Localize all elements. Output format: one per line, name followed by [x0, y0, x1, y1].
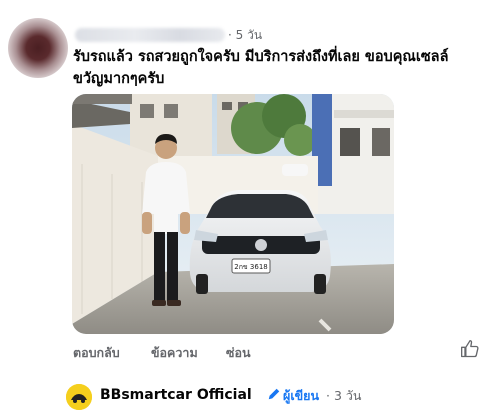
reply-time[interactable]: · 3 วัน — [326, 386, 361, 406]
reply-action[interactable]: ตอบกลับ — [73, 343, 120, 363]
like-icon[interactable] — [460, 339, 480, 359]
reply-avatar-logo[interactable] — [66, 384, 92, 410]
pen-icon — [268, 388, 280, 400]
commenter-avatar[interactable] — [8, 18, 68, 78]
commenter-name-blurred[interactable] — [75, 28, 225, 42]
comment-photo[interactable]: 2กข 3618 — [72, 94, 394, 334]
hide-action[interactable]: ซ่อน — [226, 343, 251, 363]
license-plate-text: 2กข 3618 — [234, 263, 268, 271]
comment-text: รับรถแล้ว รถสวยถูกใจครับ มีบริการส่งถึงท… — [73, 49, 449, 87]
message-action[interactable]: ข้อความ — [151, 343, 198, 363]
author-badge: ผู้เขียน — [283, 388, 320, 403]
reply-author-name[interactable]: BBsmartcar Official — [100, 387, 252, 403]
photo-illustration: 2กข 3618 — [72, 94, 394, 334]
bbsmartcar-logo-icon — [66, 384, 92, 410]
comment-time[interactable]: · 5 วัน — [228, 26, 262, 45]
